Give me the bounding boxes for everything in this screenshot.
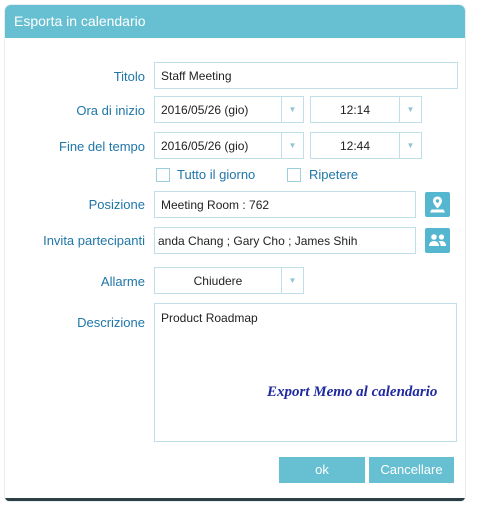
descrizione-value: Product Roadmap bbox=[161, 311, 258, 325]
posizione-label: Posizione bbox=[88, 197, 145, 212]
dialog-title: Esporta in calendario bbox=[14, 13, 146, 29]
dialog-title-bar: Esporta in calendario bbox=[5, 5, 465, 38]
tutto-giorno-checkbox[interactable] bbox=[156, 168, 170, 182]
invita-value: anda Chang ; Gary Cho ; James Shih bbox=[158, 234, 358, 248]
ora-inizio-time-value: 12:14 bbox=[339, 103, 371, 117]
posizione-input[interactable]: Meeting Room : 762 bbox=[154, 191, 416, 218]
ora-inizio-time-select[interactable]: 12:14 ▼ bbox=[310, 96, 422, 123]
titolo-label: Titolo bbox=[113, 69, 145, 84]
fine-tempo-date-value: 2016/05/26 (gio) bbox=[161, 139, 249, 153]
export-calendar-dialog: Esporta in calendario Titolo Staff Meeti… bbox=[5, 5, 465, 501]
location-picker-button[interactable] bbox=[425, 192, 450, 217]
chevron-down-icon: ▼ bbox=[281, 133, 303, 158]
ora-inizio-date-select[interactable]: 2016/05/26 (gio) ▼ bbox=[154, 96, 304, 123]
dialog-bottom-edge bbox=[5, 498, 465, 501]
titolo-input[interactable]: Staff Meeting bbox=[154, 62, 458, 89]
posizione-value: Meeting Room : 762 bbox=[161, 198, 270, 212]
people-icon bbox=[429, 234, 447, 246]
chevron-down-icon: ▼ bbox=[399, 133, 421, 158]
descrizione-label: Descrizione bbox=[77, 315, 145, 330]
fine-tempo-label: Fine del tempo bbox=[59, 139, 145, 154]
ripetere-checkbox[interactable] bbox=[287, 168, 301, 182]
chevron-down-icon: ▼ bbox=[281, 268, 303, 293]
tutto-giorno-label[interactable]: Tutto il giorno bbox=[177, 167, 255, 182]
allarme-select[interactable]: Chiudere ▼ bbox=[154, 267, 304, 294]
caption-text: Export Memo al calendario bbox=[267, 384, 438, 400]
ora-inizio-label: Ora di inizio bbox=[76, 103, 145, 118]
descrizione-textarea[interactable]: Product Roadmap bbox=[154, 303, 457, 442]
chevron-down-icon: ▼ bbox=[399, 97, 421, 122]
ripetere-label[interactable]: Ripetere bbox=[309, 167, 358, 182]
fine-tempo-time-value: 12:44 bbox=[339, 139, 371, 153]
location-pin-icon bbox=[430, 196, 445, 213]
invita-input[interactable]: anda Chang ; Gary Cho ; James Shih bbox=[154, 227, 416, 254]
allarme-label: Allarme bbox=[100, 274, 145, 289]
ora-inizio-date-value: 2016/05/26 (gio) bbox=[161, 103, 249, 117]
fine-tempo-time-select[interactable]: 12:44 ▼ bbox=[310, 132, 422, 159]
fine-tempo-date-select[interactable]: 2016/05/26 (gio) ▼ bbox=[154, 132, 304, 159]
invite-participants-button[interactable] bbox=[425, 228, 450, 253]
allarme-value: Chiudere bbox=[193, 274, 243, 288]
invita-label: Invita partecipanti bbox=[43, 233, 145, 248]
titolo-value: Staff Meeting bbox=[161, 69, 232, 83]
cancel-button[interactable]: Cancellare bbox=[369, 457, 454, 483]
chevron-down-icon: ▼ bbox=[281, 97, 303, 122]
ok-button[interactable]: ok bbox=[279, 457, 365, 483]
